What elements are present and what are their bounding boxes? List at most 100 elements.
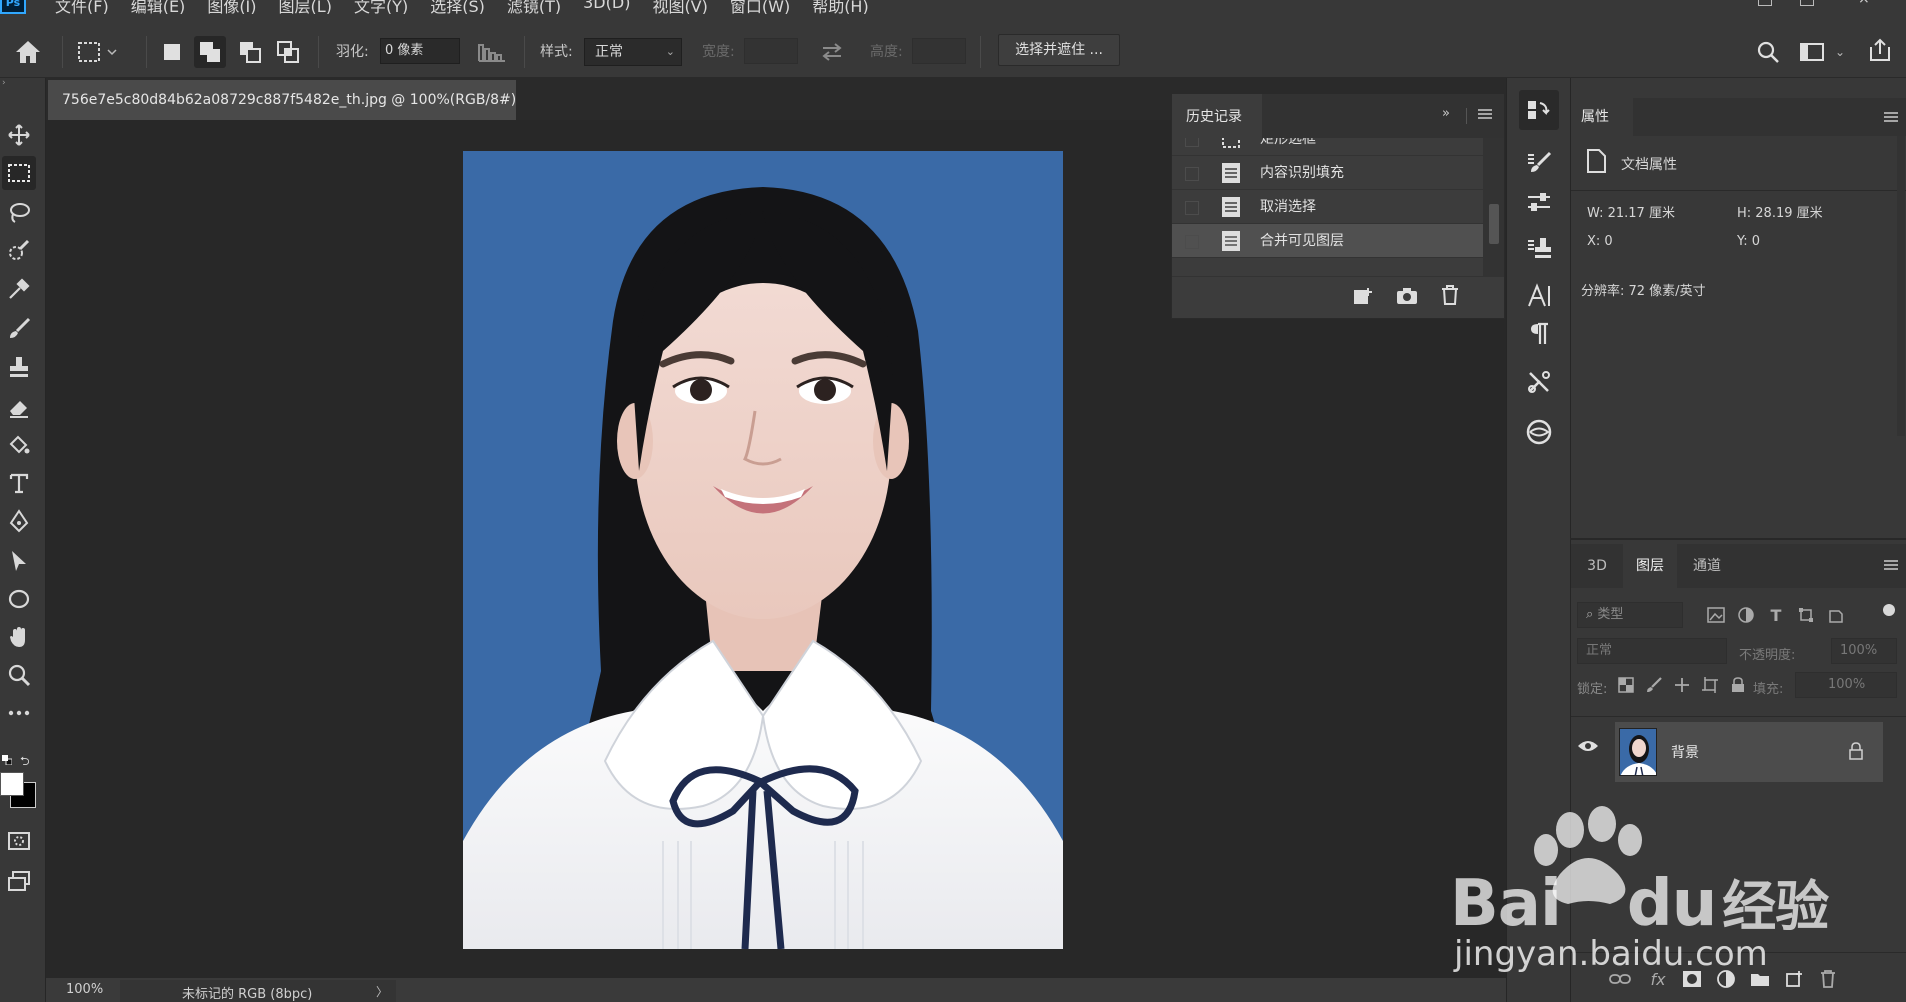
height-value[interactable]: H: 28.19 厘米 xyxy=(1737,202,1823,221)
height-input[interactable] xyxy=(912,38,966,64)
more-tools-icon[interactable] xyxy=(2,696,36,730)
snapshot-camera-icon[interactable] xyxy=(1396,286,1418,310)
subtract-selection-icon[interactable] xyxy=(234,36,266,68)
history-tab[interactable]: 历史记录 xyxy=(1172,94,1262,138)
opacity-input[interactable]: 100% xyxy=(1831,638,1897,664)
visibility-eye-icon[interactable] xyxy=(1577,738,1599,758)
intersect-selection-icon[interactable] xyxy=(272,36,304,68)
menu-3d[interactable]: 3D(D) xyxy=(583,0,630,14)
layer-style-fx-icon[interactable]: fx xyxy=(1645,966,1671,992)
document-tab[interactable]: 756e7e5c80d84b62a08729c887f5482e_th.jpg … xyxy=(48,80,516,120)
delete-state-icon[interactable] xyxy=(1440,284,1460,310)
fill-input[interactable]: 100% xyxy=(1795,672,1897,698)
layer-name[interactable]: 背景 xyxy=(1671,742,1699,762)
close-window-button[interactable]: × xyxy=(1858,0,1872,6)
eyedropper-tool-icon[interactable] xyxy=(2,272,36,306)
foreground-color-swatch[interactable] xyxy=(0,772,24,796)
tab-layers[interactable]: 图层 xyxy=(1623,544,1677,588)
y-value[interactable]: Y: 0 xyxy=(1737,234,1760,249)
lock-all-icon[interactable] xyxy=(1727,674,1749,696)
new-group-folder-icon[interactable] xyxy=(1747,966,1773,992)
panel-menu-icon[interactable] xyxy=(1477,107,1493,125)
x-value[interactable]: X: 0 xyxy=(1587,234,1613,249)
type-tool-icon[interactable] xyxy=(2,466,36,500)
layer-lock-icon[interactable] xyxy=(1849,742,1863,764)
share-icon[interactable] xyxy=(1864,34,1896,66)
screen-mode-icon[interactable] xyxy=(2,864,36,898)
brush-settings-icon[interactable] xyxy=(1519,142,1559,182)
menu-file[interactable]: 文件(F) xyxy=(55,0,109,14)
filter-smart-object-icon[interactable] xyxy=(1825,604,1847,626)
minimize-button[interactable] xyxy=(1758,0,1772,6)
delete-layer-icon[interactable] xyxy=(1815,966,1841,992)
workspace-icon[interactable] xyxy=(1796,36,1828,68)
quick-mask-icon[interactable] xyxy=(2,824,36,858)
zoom-level[interactable]: 100% xyxy=(66,982,103,997)
eraser-tool-icon[interactable] xyxy=(2,390,36,424)
link-layers-icon[interactable] xyxy=(1607,966,1633,992)
menu-type[interactable]: 文字(Y) xyxy=(354,0,408,14)
history-checkbox[interactable] xyxy=(1185,138,1199,147)
feather-input[interactable]: 0 像素 xyxy=(380,38,460,64)
hand-tool-icon[interactable] xyxy=(2,620,36,654)
paragraph-panel-icon[interactable] xyxy=(1519,314,1559,354)
move-tool-icon[interactable] xyxy=(2,118,36,152)
layer-row[interactable]: 背景 xyxy=(1615,722,1883,782)
width-input[interactable] xyxy=(744,38,798,64)
select-and-mask-button[interactable]: 选择并遮住 ... xyxy=(998,34,1120,66)
libraries-icon[interactable] xyxy=(1519,412,1559,452)
ellipse-tool-icon[interactable] xyxy=(2,582,36,616)
paint-bucket-tool-icon[interactable] xyxy=(2,428,36,462)
zoom-tool-icon[interactable] xyxy=(2,658,36,692)
doc-info[interactable]: 未标记的 RGB (8bpc) 〉 xyxy=(120,980,396,1002)
history-scrollbar[interactable] xyxy=(1483,138,1504,276)
history-item[interactable]: 取消选择 xyxy=(1172,190,1483,224)
menu-layer[interactable]: 图层(L) xyxy=(279,0,332,14)
default-colors-icon[interactable] xyxy=(2,754,13,766)
home-icon[interactable] xyxy=(12,36,44,68)
marquee-preset-icon[interactable] xyxy=(74,36,120,68)
maximize-button[interactable] xyxy=(1800,0,1814,6)
history-checkbox[interactable] xyxy=(1185,235,1199,249)
anti-alias-icon[interactable] xyxy=(476,38,508,66)
swap-colors-icon[interactable]: ⮌ xyxy=(20,752,30,773)
collapse-panel-icon[interactable]: » xyxy=(1442,106,1450,121)
new-layer-icon[interactable] xyxy=(1781,966,1807,992)
lock-artboard-icon[interactable] xyxy=(1699,674,1721,696)
tool-presets-icon[interactable] xyxy=(1519,362,1559,402)
history-item[interactable]: 矩形选框 xyxy=(1172,138,1483,156)
style-select[interactable]: 正常 ⌄ xyxy=(584,38,682,66)
collapse-toolbar-icon[interactable]: › xyxy=(2,78,6,88)
character-panel-icon[interactable] xyxy=(1519,276,1559,316)
blend-mode-select[interactable]: 正常 xyxy=(1577,638,1727,664)
brush-tool-icon[interactable] xyxy=(2,312,36,346)
history-checkbox[interactable] xyxy=(1185,167,1199,181)
path-selection-tool-icon[interactable] xyxy=(2,544,36,578)
lock-position-icon[interactable] xyxy=(1671,674,1693,696)
filter-toggle[interactable] xyxy=(1883,604,1895,616)
properties-menu-icon[interactable] xyxy=(1883,110,1899,128)
filter-pixel-icon[interactable] xyxy=(1705,604,1727,626)
quick-selection-tool-icon[interactable] xyxy=(2,234,36,268)
rectangular-marquee-tool-icon[interactable] xyxy=(2,156,36,190)
add-to-selection-icon[interactable] xyxy=(194,36,226,68)
properties-tab[interactable]: 属性 xyxy=(1571,98,1633,136)
menu-image[interactable]: 图像(I) xyxy=(207,0,256,14)
document-image[interactable] xyxy=(463,151,1063,949)
layers-menu-icon[interactable] xyxy=(1883,558,1899,576)
clone-source-icon[interactable] xyxy=(1519,228,1559,268)
scrollbar-thumb[interactable] xyxy=(1489,204,1499,244)
workspace-chevron-icon[interactable]: ⌄ xyxy=(1832,40,1848,64)
properties-scrollbar[interactable] xyxy=(1897,136,1905,436)
menu-window[interactable]: 窗口(W) xyxy=(730,0,790,14)
width-value[interactable]: W: 21.17 厘米 xyxy=(1587,202,1675,221)
add-mask-icon[interactable] xyxy=(1679,966,1705,992)
adjustment-layer-icon[interactable] xyxy=(1713,966,1739,992)
menu-edit[interactable]: 编辑(E) xyxy=(131,0,186,14)
lasso-tool-icon[interactable] xyxy=(2,196,36,230)
history-panel-icon[interactable] xyxy=(1519,90,1559,130)
swap-icon[interactable] xyxy=(814,38,850,66)
filter-shape-icon[interactable] xyxy=(1795,604,1817,626)
menu-filter[interactable]: 滤镜(T) xyxy=(507,0,561,14)
layer-filter-select[interactable]: ⌕ 类型 xyxy=(1577,602,1683,628)
